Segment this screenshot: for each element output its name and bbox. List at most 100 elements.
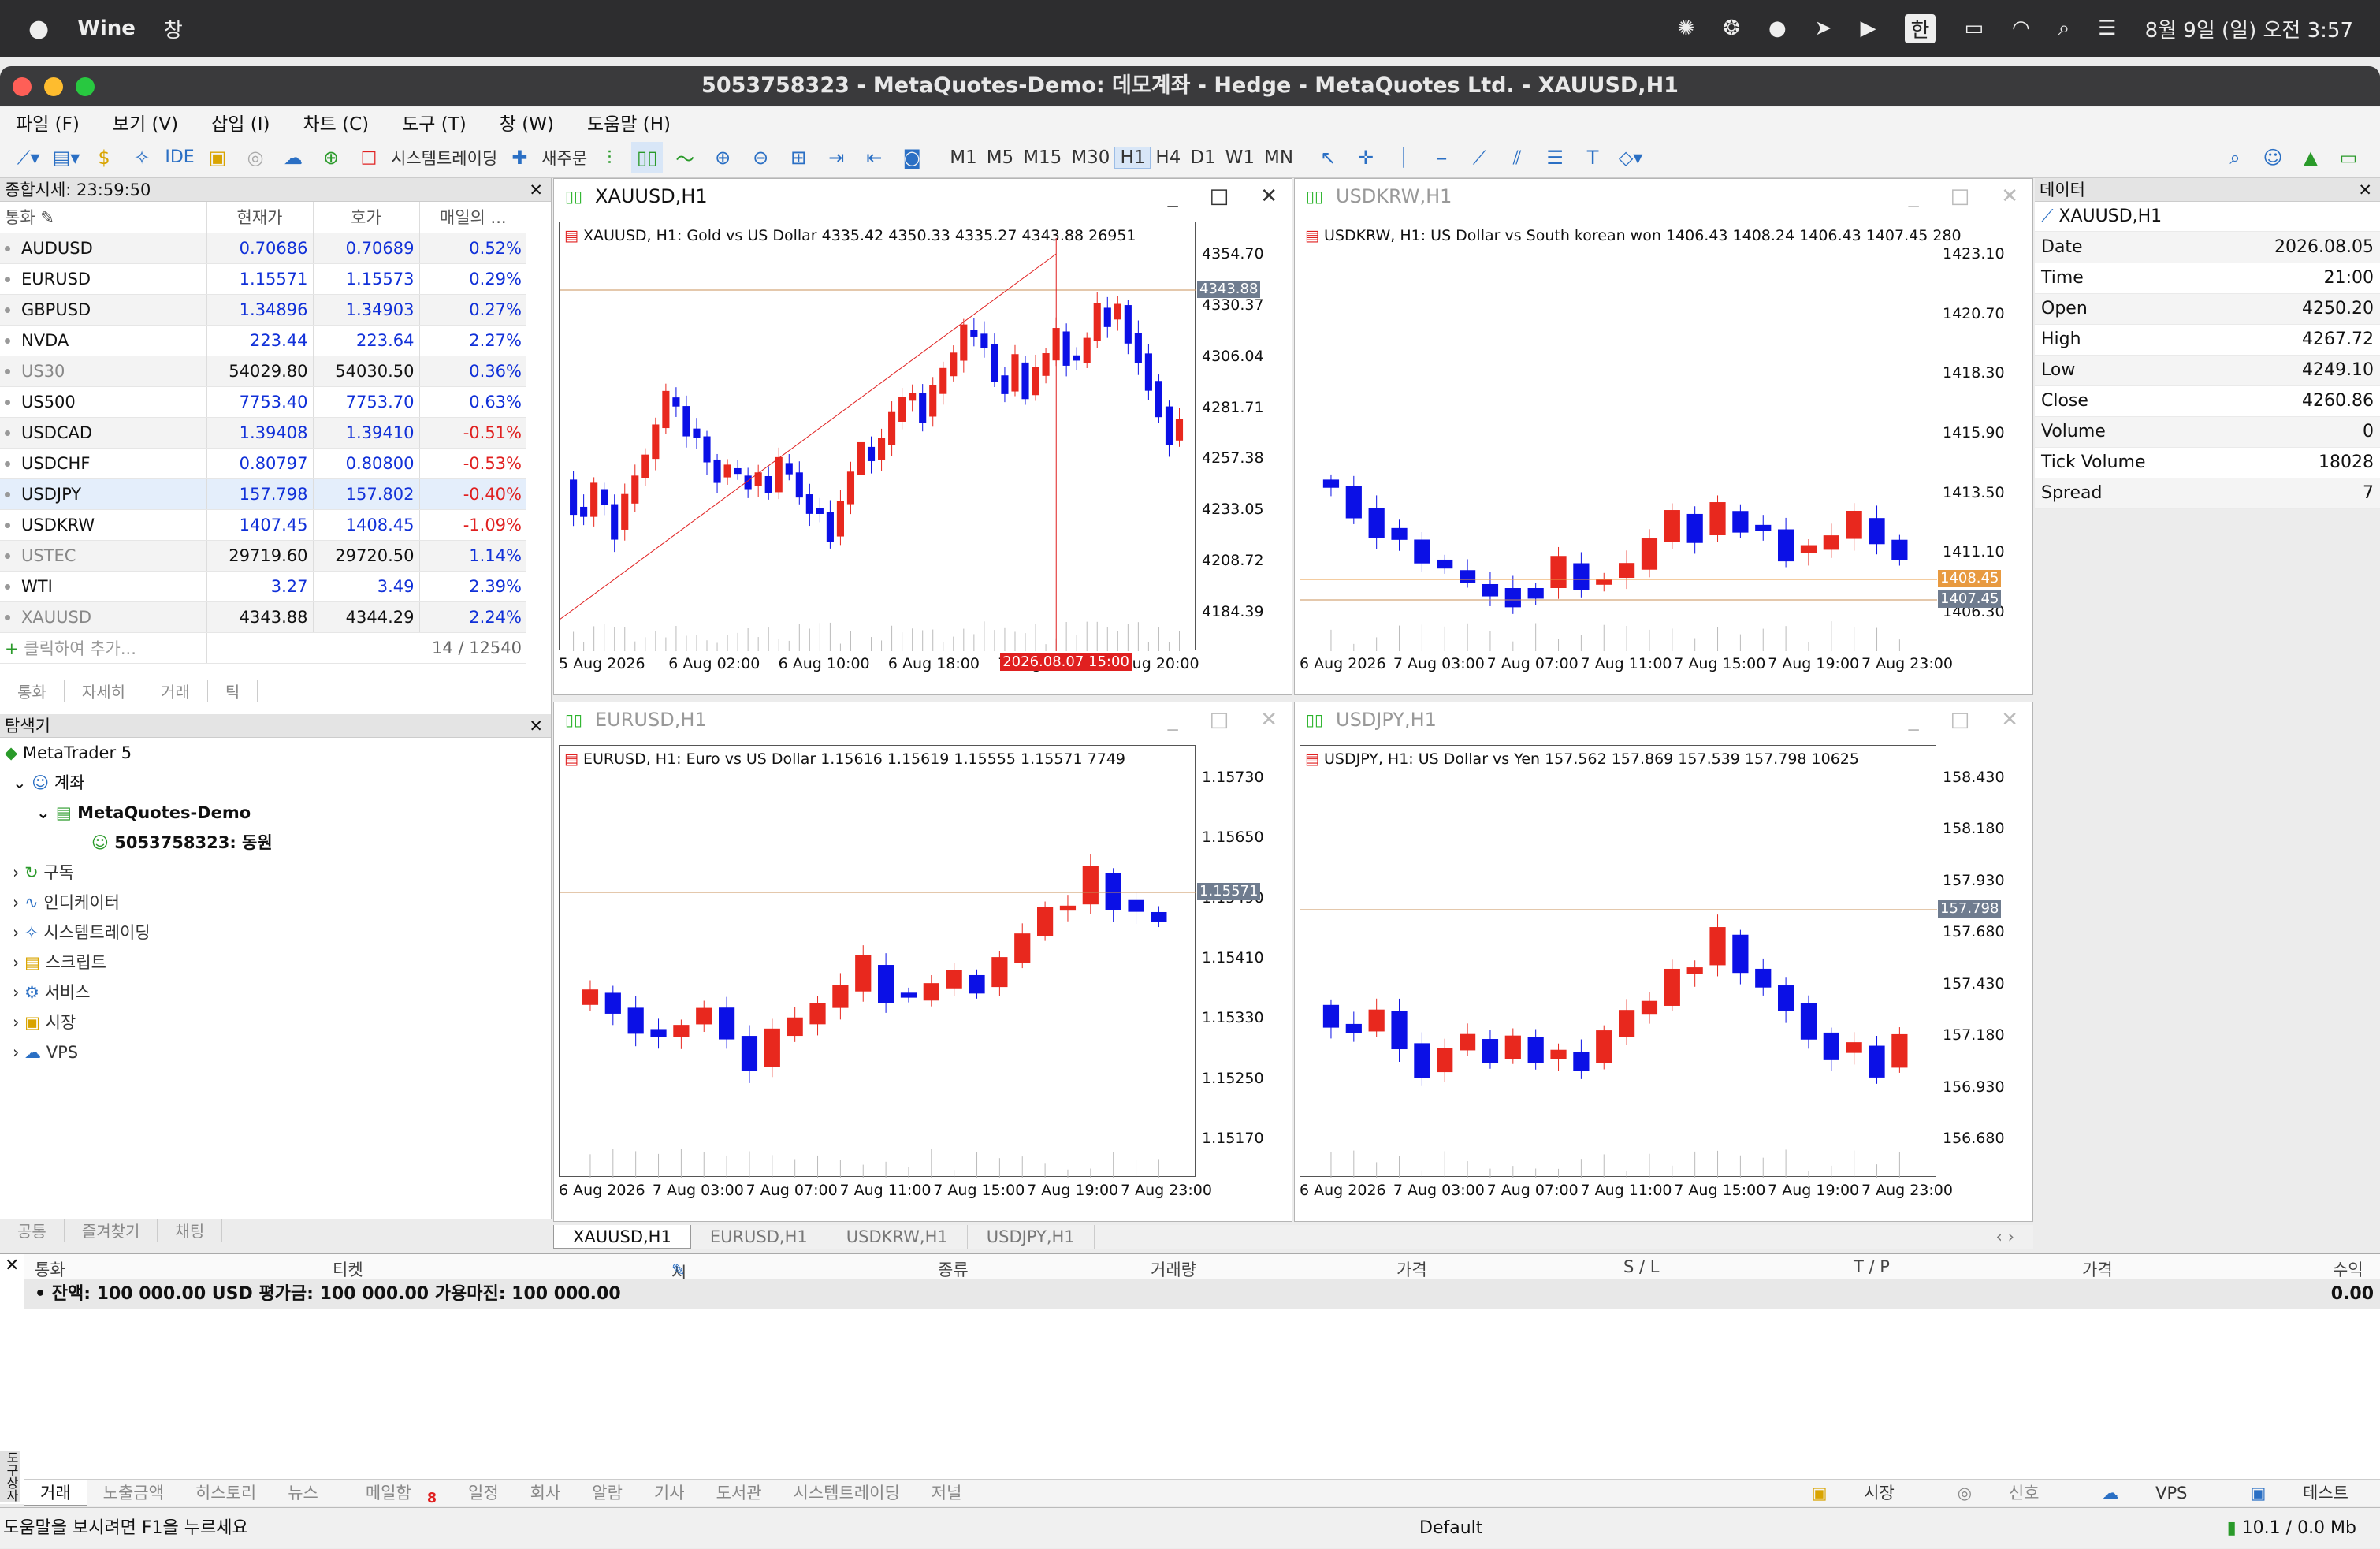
market-watch-row[interactable]: USTEC 29719.60 29720.50 1.14%	[0, 540, 526, 571]
signals-icon[interactable]: ◎	[240, 142, 271, 173]
col-sl[interactable]: S / L	[1623, 1257, 1659, 1276]
tab-ticks[interactable]: 틱	[208, 680, 258, 702]
tree-scripts[interactable]: › ▤ 스크립트	[5, 948, 551, 977]
market-watch-row[interactable]: EURUSD 1.15571 1.15573 0.29%	[0, 263, 526, 294]
messenger-icon[interactable]: ●	[1768, 17, 1787, 40]
level-icon[interactable]: ▲	[2295, 142, 2326, 173]
vps-icon[interactable]: ☁	[277, 142, 309, 173]
col-price[interactable]: 가격	[1396, 1257, 1427, 1281]
auto-scroll-icon[interactable]: ⇥	[820, 142, 852, 173]
edit-icon[interactable]: ✎	[40, 208, 54, 227]
tf-m1[interactable]: M1	[945, 147, 981, 168]
mac-menu-window[interactable]: 창	[164, 14, 183, 43]
tf-m30[interactable]: M30	[1066, 147, 1114, 168]
tree-vps[interactable]: › ☁ VPS	[5, 1037, 551, 1067]
play-icon[interactable]: ▶	[1861, 17, 1876, 40]
signal-strength-icon[interactable]: ▭	[2333, 142, 2364, 173]
tf-m5[interactable]: M5	[982, 147, 1018, 168]
close-icon[interactable]: ✕	[5, 1256, 19, 1275]
col-volume[interactable]: 거래량	[1151, 1257, 1196, 1281]
algo-trading-button[interactable]: 시스템트레이딩	[391, 142, 497, 173]
status-profile[interactable]: Default	[1411, 1508, 1482, 1549]
market-watch-row[interactable]: USDCAD 1.39408 1.39410 -0.51%	[0, 417, 526, 448]
tree-account-item[interactable]: ☺ 5053758323: 동원	[5, 828, 551, 858]
tab-journal[interactable]: 저널	[916, 1480, 978, 1506]
tab-articles[interactable]: 기사	[638, 1480, 701, 1506]
tree-indicators[interactable]: › ∿ 인디케이터	[5, 888, 551, 918]
minimize-icon[interactable]: _	[1909, 179, 1919, 214]
hosting-icon[interactable]: ⊕	[315, 142, 347, 173]
tab-trade[interactable]: 거래	[24, 1480, 87, 1506]
vertical-line-icon[interactable]: ⏐	[1388, 142, 1419, 173]
edit-icon[interactable]: ✎	[671, 1260, 686, 1279]
col-bid[interactable]: 현재가	[206, 202, 313, 233]
market-watch-row[interactable]: WTI 3.27 3.49 2.39%	[0, 571, 526, 601]
signals-link[interactable]: ◎ 신호	[1926, 1480, 2071, 1506]
trendline[interactable]	[560, 254, 1056, 620]
tab-history[interactable]: 히스토리	[180, 1480, 272, 1506]
channel-icon[interactable]: ⫽	[1501, 142, 1533, 173]
chart-titlebar[interactable]: ▯▯ USDKRW,H1 _□✕	[1295, 179, 2032, 214]
tree-accounts[interactable]: ⌄ ☺ 계좌	[5, 768, 551, 798]
chatgpt-icon[interactable]: ❂	[1723, 17, 1740, 40]
tab-symbols[interactable]: 통화	[0, 680, 65, 702]
chart-window[interactable]: ▯▯ EURUSD,H1 _□✕ ▤ EURUSD, H1: Euro vs U…	[553, 702, 1292, 1222]
chart-titlebar[interactable]: ▯▯ EURUSD,H1 _□✕	[554, 702, 1292, 737]
control-center-icon[interactable]: ☰	[2098, 17, 2116, 40]
balance-row[interactable]: • 잔액: 100 000.00 USD 평가금: 100 000.00 가용마…	[24, 1279, 2380, 1309]
add-symbol[interactable]: + 클릭하여 추가...	[0, 632, 206, 663]
chart-plot[interactable]: ▤ EURUSD, H1: Euro vs US Dollar 1.15616 …	[559, 745, 1196, 1177]
trendline-icon[interactable]: ⟋	[1463, 142, 1495, 173]
market-watch-row[interactable]: GBPUSD 1.34896 1.34903 0.27%	[0, 294, 526, 325]
tab-company[interactable]: 회사	[515, 1480, 577, 1506]
maximize-icon[interactable]: □	[1950, 179, 1970, 214]
col-daily-change[interactable]: 매일의 ...	[419, 202, 526, 233]
maximize-icon[interactable]: □	[1950, 702, 1970, 737]
tab-exposure[interactable]: 노출금액	[87, 1480, 180, 1506]
market-watch-row[interactable]: US30 54029.80 54030.50 0.36%	[0, 356, 526, 386]
minimize-icon[interactable]: _	[1168, 702, 1178, 737]
col-ticket[interactable]: 티켓	[333, 1257, 363, 1281]
close-icon[interactable]: ✕	[2001, 702, 2018, 737]
chart-plot[interactable]: ▤ USDJPY, H1: US Dollar vs Yen 157.562 1…	[1300, 745, 1936, 1177]
toolbox-side-label[interactable]: 도구상자	[0, 1451, 20, 1502]
zoom-in-icon[interactable]: ⊕	[707, 142, 738, 173]
minimize-window-button[interactable]	[44, 77, 63, 96]
minimize-icon[interactable]: _	[1168, 179, 1178, 214]
tree-services[interactable]: › ⚙ 서비스	[5, 977, 551, 1007]
market-watch-row[interactable]: XAUUSD 4343.88 4344.29 2.24%	[0, 601, 526, 632]
market-watch-row[interactable]: USDKRW 1407.45 1408.45 -1.09%	[0, 509, 526, 540]
col-type[interactable]: 종류	[938, 1257, 969, 1281]
brightness-icon[interactable]: ✺	[1677, 17, 1694, 40]
tf-h1[interactable]: H1	[1114, 147, 1151, 169]
status-connection[interactable]: ▮ 10.1 / 0.0 Mb	[2227, 1508, 2356, 1549]
metaeditor-icon[interactable]: ✧	[126, 142, 158, 173]
close-window-button[interactable]	[13, 77, 32, 96]
fibonacci-icon[interactable]: ☰	[1539, 142, 1571, 173]
tf-h4[interactable]: H4	[1151, 147, 1185, 168]
bar-chart-icon[interactable]: ⫶	[593, 142, 625, 173]
vps-link[interactable]: ☁ VPS	[2070, 1480, 2218, 1506]
apple-icon[interactable]: ●	[28, 15, 49, 43]
tf-w1[interactable]: W1	[1221, 147, 1259, 168]
col-current-price[interactable]: 가격	[2082, 1257, 2113, 1281]
tab-library[interactable]: 도서관	[701, 1480, 778, 1506]
col-symbol[interactable]: 통화	[35, 1257, 65, 1281]
shapes-icon[interactable]: ◇▾	[1615, 142, 1646, 173]
market-icon[interactable]: ▣	[202, 142, 233, 173]
menu-charts[interactable]: 차트 (C)	[303, 109, 370, 136]
close-icon[interactable]: ✕	[529, 714, 543, 738]
chart-tab-usdkrw[interactable]: USDKRW,H1	[827, 1225, 968, 1249]
new-chart-icon[interactable]: ⟋▾	[13, 142, 44, 173]
maximize-icon[interactable]: □	[1210, 702, 1229, 737]
market-watch-row[interactable]: NVDA 223.44 223.64 2.27%	[0, 325, 526, 356]
app-name[interactable]: Wine	[77, 17, 136, 40]
minimize-icon[interactable]: _	[1909, 702, 1919, 737]
telegram-icon[interactable]: ➤	[1815, 17, 1832, 40]
tree-server[interactable]: ⌄ ▤ MetaQuotes-Demo	[5, 798, 551, 828]
tree-subscriptions[interactable]: › ↻ 구독	[5, 858, 551, 888]
chart-window[interactable]: ▯▯ USDJPY,H1 _□✕ ▤ USDJPY, H1: US Dollar…	[1294, 702, 2033, 1222]
menu-tools[interactable]: 도구 (T)	[402, 109, 467, 136]
close-icon[interactable]: ✕	[529, 178, 543, 202]
market-watch-row[interactable]: USDJPY 157.798 157.802 -0.40%	[0, 478, 526, 509]
